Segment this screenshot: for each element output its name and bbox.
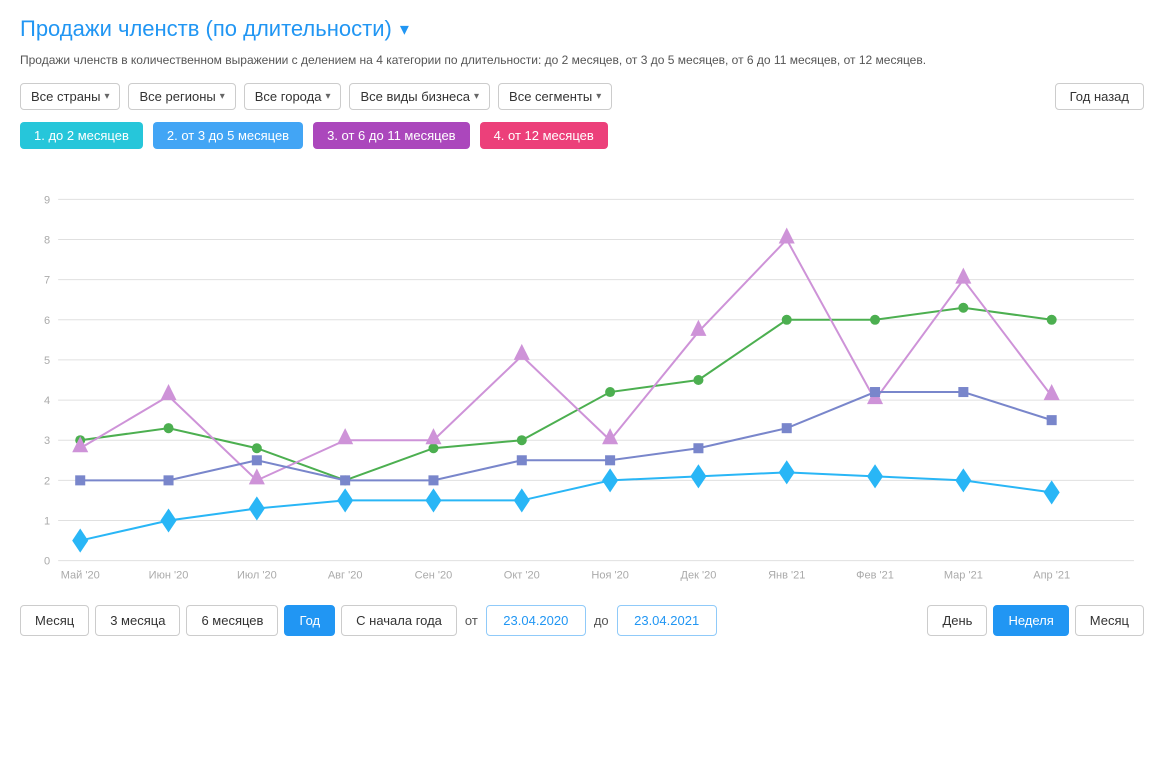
- series-cyan: [72, 460, 1060, 552]
- svg-text:4: 4: [44, 395, 50, 407]
- bottom-controls: Месяц 3 месяца 6 месяцев Год С начала го…: [20, 595, 1144, 640]
- filter-business[interactable]: Все виды бизнеса ▾: [349, 83, 490, 110]
- ytd-button[interactable]: С начала года: [341, 605, 457, 636]
- legend-item-1[interactable]: 1. до 2 месяцев: [20, 122, 143, 149]
- three-months-button[interactable]: 3 месяца: [95, 605, 180, 636]
- filter-cities[interactable]: Все города ▾: [244, 83, 342, 110]
- cities-dropdown-icon: ▾: [325, 91, 330, 102]
- svg-text:0: 0: [44, 555, 50, 567]
- week-button[interactable]: Неделя: [993, 605, 1068, 636]
- page-title: Продажи членств (по длительности): [20, 16, 392, 42]
- filter-regions[interactable]: Все регионы ▾: [128, 83, 235, 110]
- svg-text:3: 3: [44, 435, 50, 447]
- chart-area: 0 1 2 3 4 5 6 7 8 9: [20, 165, 1144, 595]
- legend-item-2[interactable]: 2. от 3 до 5 месяцев: [153, 122, 303, 149]
- svg-text:Апр '21: Апр '21: [1033, 570, 1070, 582]
- filters-bar: Все страны ▾ Все регионы ▾ Все города ▾ …: [20, 83, 1144, 110]
- svg-text:Сен '20: Сен '20: [415, 570, 453, 582]
- svg-text:Янв '21: Янв '21: [768, 570, 805, 582]
- y-axis: 0 1 2 3 4 5 6 7 8 9: [44, 194, 1134, 567]
- svg-text:Мар '21: Мар '21: [944, 570, 983, 582]
- segments-dropdown-icon: ▾: [596, 91, 601, 102]
- year-button[interactable]: Год: [284, 605, 335, 636]
- from-label: от: [463, 613, 480, 628]
- svg-text:Июн '20: Июн '20: [149, 570, 189, 582]
- series-purple: [72, 227, 1060, 484]
- svg-text:1: 1: [44, 515, 50, 527]
- svg-text:Фев '21: Фев '21: [856, 570, 894, 582]
- svg-text:5: 5: [44, 355, 50, 367]
- series-blue: [75, 387, 1056, 485]
- svg-text:6: 6: [44, 315, 50, 327]
- chart-legend: 1. до 2 месяцев 2. от 3 до 5 месяцев 3. …: [20, 122, 1144, 149]
- month-button[interactable]: Месяц: [20, 605, 89, 636]
- svg-text:Май '20: Май '20: [61, 570, 100, 582]
- day-button[interactable]: День: [927, 605, 987, 636]
- main-chart-svg: 0 1 2 3 4 5 6 7 8 9: [20, 165, 1144, 595]
- title-dropdown-icon[interactable]: ▾: [400, 19, 409, 40]
- filter-countries[interactable]: Все страны ▾: [20, 83, 120, 110]
- svg-text:9: 9: [44, 194, 50, 206]
- legend-item-4[interactable]: 4. от 12 месяцев: [480, 122, 608, 149]
- month2-button[interactable]: Месяц: [1075, 605, 1144, 636]
- six-months-button[interactable]: 6 месяцев: [186, 605, 278, 636]
- from-date-input[interactable]: [486, 605, 586, 636]
- period-button[interactable]: Год назад: [1055, 83, 1144, 110]
- page-subtitle: Продажи членств в количественном выражен…: [20, 52, 1144, 69]
- filter-segments[interactable]: Все сегменты ▾: [498, 83, 612, 110]
- svg-text:Окт '20: Окт '20: [504, 570, 540, 582]
- svg-text:8: 8: [44, 234, 50, 246]
- x-axis-labels: Май '20 Июн '20 Июл '20 Авг '20 Сен '20 …: [61, 570, 1070, 582]
- svg-text:Авг '20: Авг '20: [328, 570, 363, 582]
- to-date-input[interactable]: [617, 605, 717, 636]
- svg-text:7: 7: [44, 274, 50, 286]
- business-dropdown-icon: ▾: [474, 91, 479, 102]
- svg-text:2: 2: [44, 475, 50, 487]
- countries-dropdown-icon: ▾: [104, 91, 109, 102]
- svg-text:Июл '20: Июл '20: [237, 570, 277, 582]
- regions-dropdown-icon: ▾: [220, 91, 225, 102]
- to-label: до: [592, 613, 611, 628]
- svg-text:Дек '20: Дек '20: [681, 570, 717, 582]
- legend-item-3[interactable]: 3. от 6 до 11 месяцев: [313, 122, 469, 149]
- svg-text:Ноя '20: Ноя '20: [591, 570, 628, 582]
- series-green: [75, 303, 1056, 486]
